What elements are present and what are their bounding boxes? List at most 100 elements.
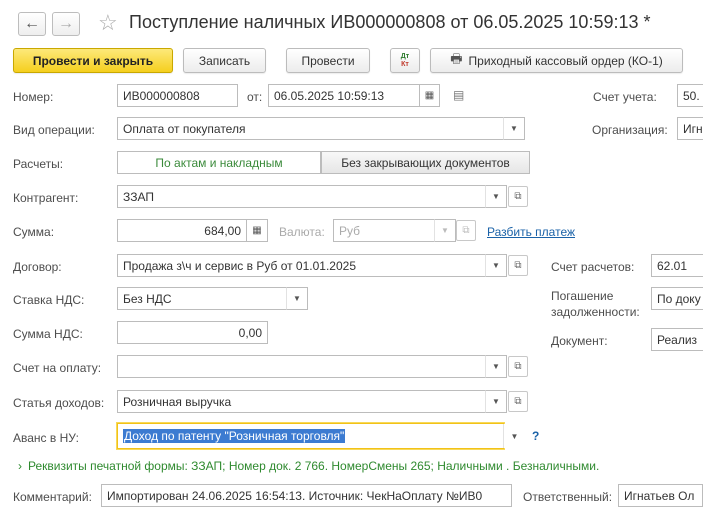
contract-label: Договор: — [13, 260, 62, 274]
chevron-down-icon: ▼ — [492, 362, 500, 371]
calendar-icon: ▦ — [424, 90, 435, 101]
comment-note-icon[interactable]: ▤ — [453, 88, 464, 102]
invoice-dropdown[interactable]: ▼ — [485, 355, 507, 378]
printer-icon: 🖶 — [450, 50, 463, 66]
settlements-label: Расчеты: — [13, 157, 64, 171]
help-icon[interactable]: ? — [532, 429, 539, 443]
contract-field[interactable]: Продажа з\ч и сервис в Руб от 01.01.2025 — [117, 254, 486, 277]
number-label: Номер: — [13, 90, 54, 104]
requisites-text: Реквизиты печатной формы: ЗЗАП; Номер до… — [28, 459, 600, 473]
repay-label-line1: Погашение — [551, 289, 614, 303]
arrow-left-icon: ← — [24, 15, 40, 32]
document-value: Реализ — [657, 332, 698, 347]
advance-field[interactable]: Доход по патенту "Розничная торговля" — [117, 423, 504, 449]
calculator-icon: ▦ — [252, 225, 262, 236]
org-value: Игн — [683, 121, 703, 136]
currency-value: Руб — [339, 223, 361, 238]
income-item-field[interactable]: Розничная выручка — [117, 390, 486, 413]
responsible-field[interactable]: Игнатьев Ол — [618, 484, 703, 507]
vat-sum-field[interactable]: 0,00 — [117, 321, 268, 344]
counterparty-label: Контрагент: — [13, 191, 79, 205]
counterparty-dropdown[interactable]: ▼ — [485, 185, 507, 208]
star-icon[interactable]: ☆ — [98, 10, 118, 36]
chevron-down-icon: ▼ — [492, 397, 500, 406]
counterparty-open-button[interactable]: ⧉ — [508, 186, 528, 207]
chevron-down-icon: ▼ — [510, 124, 518, 133]
comment-field[interactable]: Импортирован 24.06.2025 16:54:13. Источн… — [101, 484, 512, 507]
save-button[interactable]: Записать — [183, 48, 266, 73]
date-label: от: — [247, 90, 263, 104]
vat-rate-field[interactable]: Без НДС — [117, 287, 287, 310]
document-field[interactable]: Реализ — [651, 328, 703, 351]
open-window-icon: ⧉ — [514, 260, 522, 271]
invoice-field[interactable] — [117, 355, 486, 378]
org-field[interactable]: Игн — [677, 117, 703, 140]
settlements-option-acts[interactable]: По актам и накладным — [117, 151, 321, 174]
currency-field[interactable]: Руб — [333, 219, 435, 242]
income-item-dropdown[interactable]: ▼ — [485, 390, 507, 413]
number-field[interactable]: ИВ000000808 — [117, 84, 238, 107]
responsible-label: Ответственный: — [523, 490, 613, 504]
number-value: ИВ000000808 — [123, 88, 200, 103]
account-field[interactable]: 50. — [677, 84, 703, 107]
currency-open-button[interactable]: ⧉ — [456, 220, 476, 241]
account-value: 50. — [683, 88, 700, 103]
open-window-icon: ⧉ — [514, 361, 522, 372]
income-item-open-button[interactable]: ⧉ — [508, 391, 528, 412]
advance-value: Доход по патенту "Розничная торговля" — [123, 429, 346, 443]
responsible-value: Игнатьев Ол — [624, 488, 695, 503]
income-item-value: Розничная выручка — [123, 394, 232, 409]
kt-icon: Кт — [401, 60, 409, 68]
advance-label: Аванс в НУ: — [13, 431, 79, 445]
comment-value: Импортирован 24.06.2025 16:54:13. Источн… — [107, 488, 483, 503]
vat-rate-label: Ставка НДС: — [13, 293, 85, 307]
vat-rate-value: Без НДС — [123, 291, 172, 306]
chevron-down-icon: ▼ — [510, 431, 519, 441]
chevron-down-icon: ▼ — [441, 226, 449, 235]
calendar-button[interactable]: ▦ — [420, 84, 440, 107]
page-title: Поступление наличных ИВ000000808 от 06.0… — [129, 12, 651, 32]
settlements-option-no-docs[interactable]: Без закрывающих документов — [321, 151, 530, 174]
currency-label: Валюта: — [279, 225, 325, 239]
post-and-close-button[interactable]: Провести и закрыть — [13, 48, 173, 73]
dt-icon: Дт — [400, 52, 410, 60]
amount-field[interactable]: 684,00 — [117, 219, 247, 242]
advance-dropdown[interactable]: ▼ — [503, 424, 525, 448]
operation-field[interactable]: Оплата от покупателя — [117, 117, 504, 140]
contract-open-button[interactable]: ⧉ — [508, 255, 528, 276]
amount-value: 684,00 — [204, 223, 241, 238]
comment-label: Комментарий: — [13, 490, 92, 504]
repay-field[interactable]: По доку — [651, 287, 703, 310]
settle-account-field[interactable]: 62.01 — [651, 254, 703, 277]
dt-kt-button[interactable]: Дт Кт — [390, 48, 420, 73]
open-window-icon: ⧉ — [462, 225, 470, 236]
calculator-button[interactable]: ▦ — [247, 219, 268, 242]
print-order-button[interactable]: 🖶 Приходный кассовый ордер (КО-1) — [430, 48, 683, 73]
income-item-label: Статья доходов: — [13, 396, 105, 410]
vat-rate-dropdown[interactable]: ▼ — [286, 287, 308, 310]
contract-dropdown[interactable]: ▼ — [485, 254, 507, 277]
document-label: Документ: — [551, 334, 608, 348]
org-label: Организация: — [592, 123, 668, 137]
counterparty-field[interactable]: ЗЗАП — [117, 185, 486, 208]
date-field[interactable]: 06.05.2025 10:59:13 — [268, 84, 420, 107]
back-button[interactable]: ← — [18, 12, 46, 36]
chevron-down-icon: ▼ — [293, 294, 301, 303]
print-order-label: Приходный кассовый ордер (КО-1) — [468, 53, 663, 68]
operation-value: Оплата от покупателя — [123, 121, 246, 136]
repay-label-line2: задолженности: — [551, 305, 640, 319]
settle-account-label: Счет расчетов: — [551, 260, 635, 274]
arrow-right-icon: → — [58, 15, 74, 32]
forward-button[interactable]: → — [52, 12, 80, 36]
requisites-toggle[interactable]: › Реквизиты печатной формы: ЗЗАП; Номер д… — [18, 459, 599, 473]
currency-dropdown[interactable]: ▼ — [434, 219, 456, 242]
operation-dropdown[interactable]: ▼ — [503, 117, 525, 140]
post-button[interactable]: Провести — [286, 48, 370, 73]
account-label: Счет учета: — [593, 90, 657, 104]
split-payment-link[interactable]: Разбить платеж — [487, 225, 575, 239]
repay-value: По доку — [657, 291, 701, 306]
vat-sum-label: Сумма НДС: — [13, 327, 83, 341]
amount-label: Сумма: — [13, 225, 55, 239]
invoice-open-button[interactable]: ⧉ — [508, 356, 528, 377]
date-value: 06.05.2025 10:59:13 — [274, 88, 385, 103]
